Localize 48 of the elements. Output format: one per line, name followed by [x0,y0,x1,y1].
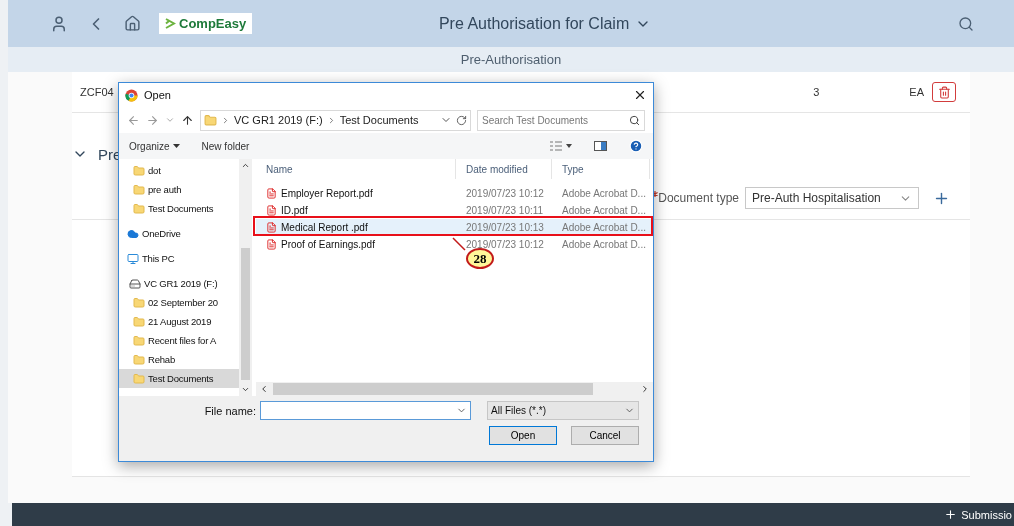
nav-item[interactable]: This PC [119,249,239,268]
logo: CompEasy [159,13,253,34]
file-type: Adobe Acrobat D... [562,222,646,233]
file-name: Employer Report.pdf [281,188,373,199]
address-bar[interactable]: VC GR1 2019 (F:) Test Documents [200,109,471,131]
nav-item[interactable]: 02 September 20 [119,293,239,312]
new-folder-button[interactable]: New folder [201,140,250,152]
column-header[interactable]: Name [256,159,456,179]
nav-item[interactable]: pre auth [119,180,239,199]
nav-item[interactable]: Rehab [119,350,239,369]
nav-item[interactable]: OneDrive [119,224,239,243]
submit-button[interactable]: Submissio [944,508,1012,521]
page-title[interactable]: Pre Authorisation for Claim [270,13,820,34]
nav-item[interactable]: 21 August 2019 [119,312,239,331]
table-cell: ZCF04 [80,86,114,98]
file-date: 2019/07/23 10:12 [466,188,544,199]
path-segment[interactable]: VC GR1 2019 (F:) [234,114,323,126]
file-date: 2019/07/23 10:11 [466,205,544,216]
path-segment[interactable]: Test Documents [339,114,419,126]
file-date: 2019/07/23 10:12 [466,239,544,250]
open-button[interactable]: Open [489,426,557,445]
nav-item[interactable]: Test Documents [119,369,239,388]
table-cell: EA [909,86,924,98]
nav-item[interactable]: dot [119,161,239,180]
nav-item[interactable]: VC GR1 2019 (F:) [119,274,239,293]
nav-item[interactable]: Test Documents [119,199,239,218]
section-header: Pre-Authorisation [8,47,1014,72]
file-type: Adobe Acrobat D... [562,205,646,216]
file-type-select[interactable]: All Files (*.*) [487,401,639,420]
file-name: Proof of Earnings.pdf [281,239,375,250]
file-name: Medical Report .pdf [281,222,368,233]
cancel-button[interactable]: Cancel [571,426,639,445]
search-field[interactable]: Search Test Documents [477,109,645,131]
table-cell: 3 [813,86,820,98]
file-type: Adobe Acrobat D... [562,239,646,250]
field-label: Document type [658,191,739,205]
nav-item[interactable]: Recent files for A [119,331,239,350]
file-row[interactable]: Employer Report.pdf 2019/07/23 10:12 Adobe Acrobat D... [256,185,653,202]
dialog-title: Open [144,89,172,101]
organize-button[interactable]: Organize [129,140,180,152]
column-header[interactable]: Type [552,159,650,179]
document-type-select[interactable]: Pre-Auth Hospitalisation [745,187,919,209]
file-date: 2019/07/23 10:13 [466,222,544,233]
file-name: ID.pdf [281,205,308,216]
file-row[interactable]: ID.pdf 2019/07/23 10:11 Adobe Acrobat D... [256,202,653,219]
file-type: Adobe Acrobat D... [562,188,646,199]
file-name-label: File name: [204,404,256,417]
column-header[interactable]: Date modified [456,159,552,179]
